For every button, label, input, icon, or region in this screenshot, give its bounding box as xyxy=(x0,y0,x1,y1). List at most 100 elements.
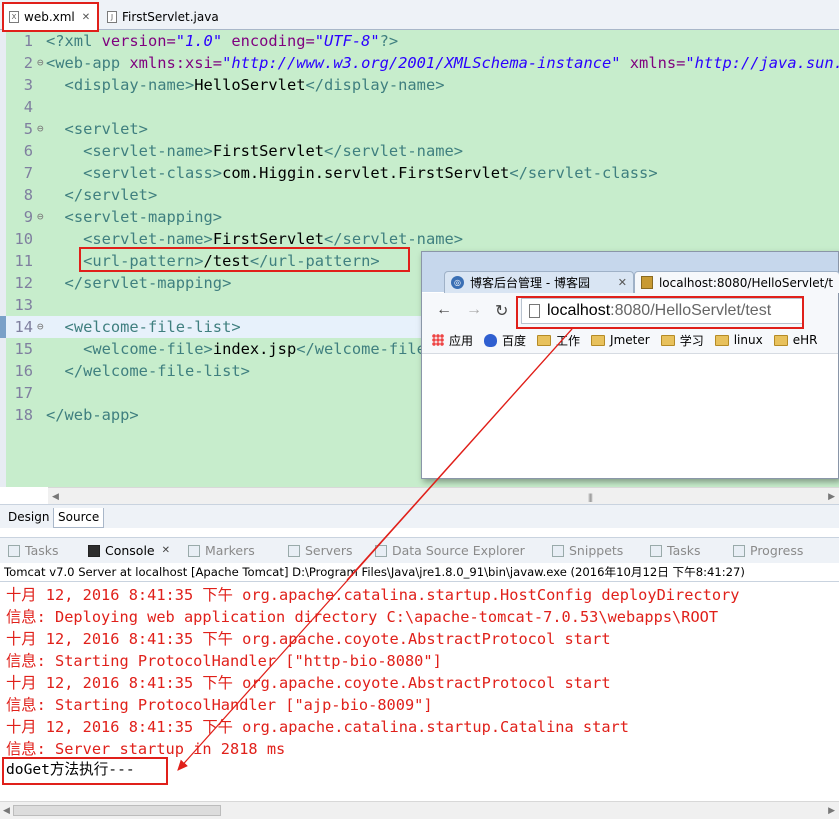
code-line[interactable]: 2 ⊖ <web-app xmlns:xsi="http://www.w3.org/… xyxy=(6,52,839,74)
view-tab-label: Servers xyxy=(305,543,353,558)
fold-toggle-icon[interactable]: ⊖ xyxy=(37,52,46,74)
tasks-icon xyxy=(650,544,662,557)
tab-design[interactable]: Design xyxy=(4,508,53,528)
view-tab[interactable]: Progress xyxy=(733,543,803,558)
view-tab[interactable]: Tasks xyxy=(650,543,701,558)
browser-tab-label: 博客后台管理 - 博客园 xyxy=(470,276,590,290)
code-token: </servlet-mapping> xyxy=(64,274,232,292)
code-text[interactable]: <display-name>HelloServlet</display-name… xyxy=(46,74,839,96)
snippets-icon xyxy=(552,544,564,557)
baidu-paw-icon xyxy=(484,333,498,347)
console-output[interactable]: 十月 12, 2016 8:41:35 下午 org.apache.catali… xyxy=(0,581,839,801)
code-token: <welcome-file> xyxy=(83,340,213,358)
code-line[interactable]: 8 </servlet> xyxy=(6,184,839,206)
forward-arrow-icon[interactable]: → xyxy=(466,301,482,319)
code-line[interactable]: 10 <servlet-name>FirstServlet</servlet-n… xyxy=(6,228,839,250)
fold-toggle-icon[interactable]: ⊖ xyxy=(37,316,46,338)
browser-tab-strip: ◎ 博客后台管理 - 博客园 ✕ localhost:8080/HelloSer… xyxy=(422,252,839,293)
database-icon xyxy=(375,544,387,557)
code-line[interactable]: 6 <servlet-name>FirstServlet</servlet-na… xyxy=(6,140,839,162)
browser-tab-blog-admin[interactable]: ◎ 博客后台管理 - 博客园 ✕ xyxy=(444,271,634,293)
view-tab-label: Tasks xyxy=(25,543,59,558)
code-text[interactable] xyxy=(46,96,839,118)
code-line[interactable]: 3 <display-name>HelloServlet</display-na… xyxy=(6,74,839,96)
line-number: 6 xyxy=(23,142,33,160)
code-text[interactable]: <?xml version="1.0" encoding="UTF-8"?> xyxy=(46,30,839,52)
view-tab[interactable]: Tasks xyxy=(8,543,59,558)
code-token: </servlet-name> xyxy=(324,142,464,160)
code-line[interactable]: 7 <servlet-class>com.Higgin.servlet.Firs… xyxy=(6,162,839,184)
code-text[interactable]: <servlet> xyxy=(46,118,839,140)
code-text[interactable]: <web-app xmlns:xsi="http://www.w3.org/20… xyxy=(46,52,839,74)
bookmark-item[interactable]: 工作 xyxy=(537,332,580,349)
browser-tab-label: localhost:8080/HelloServlet/test xyxy=(658,275,833,290)
close-icon[interactable]: ✕ xyxy=(618,276,627,289)
reload-icon[interactable]: ↻ xyxy=(495,301,508,321)
tab-label: FirstServlet.java xyxy=(122,9,219,24)
bookmark-item[interactable]: 学习 xyxy=(660,332,704,349)
tab-first-servlet-java[interactable]: J FirstServlet.java xyxy=(101,3,225,30)
code-line[interactable]: 5 ⊖ <servlet> xyxy=(6,118,839,140)
console-horizontal-scrollbar[interactable]: ◀ ▶ xyxy=(0,801,839,819)
change-marker xyxy=(0,316,6,338)
line-number: 3 xyxy=(23,76,33,94)
code-line[interactable]: 4 xyxy=(6,96,839,118)
editor-horizontal-scrollbar[interactable]: ◀ ||| ▶ xyxy=(48,487,839,504)
scroll-left-icon[interactable]: ◀ xyxy=(3,805,10,816)
line-number: 17 xyxy=(14,384,33,402)
code-text[interactable]: <servlet-name>FirstServlet</servlet-name… xyxy=(46,140,839,162)
code-token: ?> xyxy=(379,32,399,50)
fold-toggle-icon[interactable]: ⊖ xyxy=(37,118,46,140)
bookmark-label: Jmeter xyxy=(610,333,650,347)
bookmarks-bar: 应用 百度 工作 Jmeter 学习 linux eHR xyxy=(422,327,838,354)
code-token: </servlet> xyxy=(64,186,158,204)
scroll-right-icon[interactable]: ▶ xyxy=(828,805,835,816)
console-line: 信息: Server startup in 2818 ms xyxy=(6,740,286,758)
xml-editor[interactable]: 1 <?xml version="1.0" encoding="UTF-8"?> 2… xyxy=(0,30,839,487)
view-tab[interactable]: Data Source Explorer xyxy=(375,543,525,558)
code-text[interactable]: <servlet-class>com.Higgin.servlet.FirstS… xyxy=(46,162,839,184)
bookmark-item[interactable]: eHR xyxy=(773,333,817,347)
bookmark-item[interactable]: 应用 xyxy=(432,332,473,349)
view-tab[interactable]: Console ✕ xyxy=(88,543,170,558)
java-file-icon: J xyxy=(107,10,117,23)
fold-gutter xyxy=(37,184,46,206)
address-host: localhost xyxy=(547,302,611,319)
scroll-right-icon[interactable]: ▶ xyxy=(828,491,835,502)
code-token: /test xyxy=(203,252,250,270)
close-icon[interactable]: ✕ xyxy=(82,12,90,23)
scroll-grip-icon[interactable]: ||| xyxy=(588,492,593,502)
code-line[interactable]: 1 <?xml version="1.0" encoding="UTF-8"?> xyxy=(6,30,839,52)
design-source-tabs: Design Source xyxy=(0,504,839,528)
tab-web-xml[interactable]: X web.xml ✕ xyxy=(2,3,99,30)
code-text[interactable]: <servlet-name>FirstServlet</servlet-name… xyxy=(46,228,839,250)
fold-gutter xyxy=(37,338,46,360)
bookmark-item[interactable]: Jmeter xyxy=(591,333,650,347)
bookmark-item[interactable]: 百度 xyxy=(484,332,526,349)
code-text[interactable]: </servlet> xyxy=(46,184,839,206)
browser-tab-localhost[interactable]: localhost:8080/HelloServlet/test xyxy=(634,271,839,293)
bookmark-item[interactable]: linux xyxy=(714,333,763,347)
back-arrow-icon[interactable]: ← xyxy=(436,301,452,319)
fold-toggle-icon[interactable]: ⊖ xyxy=(37,206,46,228)
folder-icon xyxy=(660,334,675,346)
scroll-left-icon[interactable]: ◀ xyxy=(52,491,59,502)
code-line[interactable]: 9 ⊖ <servlet-mapping> xyxy=(6,206,839,228)
code-token: "http://java.sun.com/xml/ns/javaee" xyxy=(685,54,839,72)
view-tab[interactable]: Markers xyxy=(188,543,255,558)
view-tab[interactable]: Snippets xyxy=(552,543,623,558)
bookmark-label: 应用 xyxy=(449,333,474,348)
view-tab[interactable]: Servers xyxy=(288,543,353,558)
address-bar[interactable]: localhost:8080/HelloServlet/test xyxy=(521,298,804,324)
scroll-thumb[interactable] xyxy=(13,805,221,816)
bookmark-label: linux xyxy=(733,333,763,347)
tab-source[interactable]: Source xyxy=(53,508,105,528)
console-line: 十月 12, 2016 8:41:35 下午 org.apache.catali… xyxy=(6,586,740,604)
code-text[interactable]: <servlet-mapping> xyxy=(46,206,839,228)
close-icon[interactable]: ✕ xyxy=(162,545,170,556)
